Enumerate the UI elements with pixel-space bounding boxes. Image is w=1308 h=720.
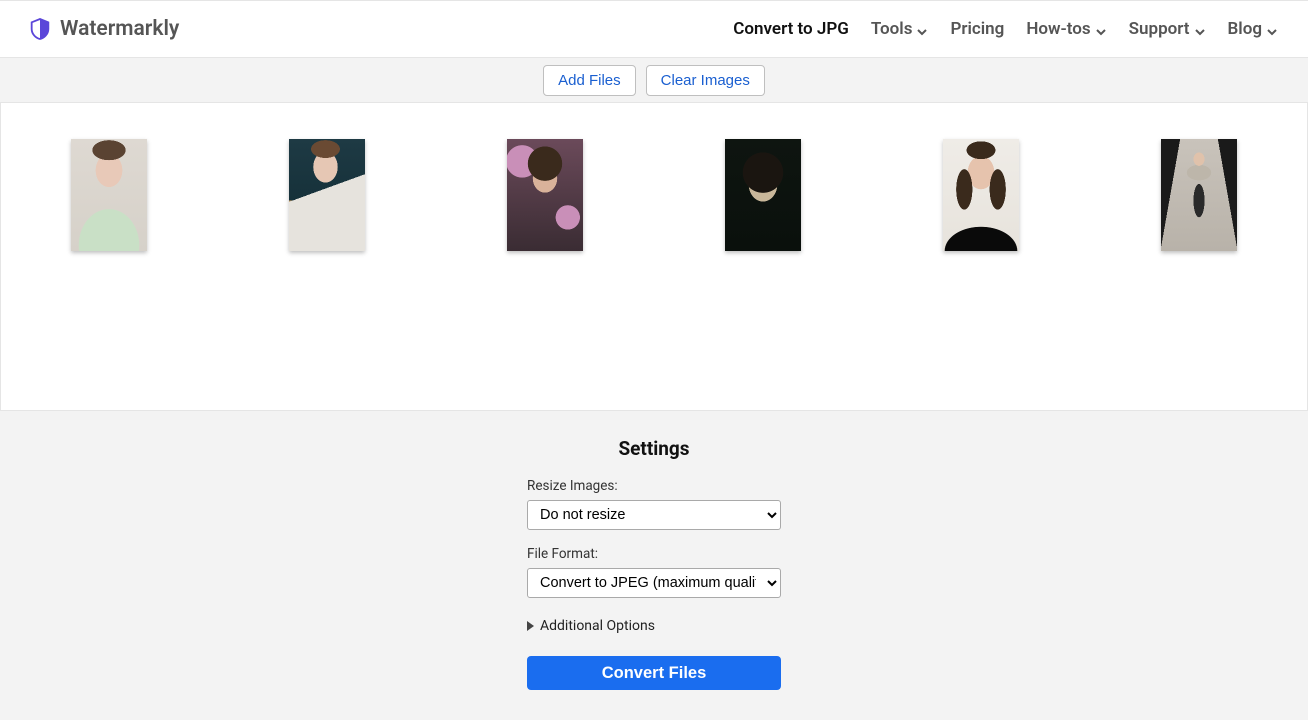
nav-support[interactable]: Support	[1129, 19, 1206, 39]
add-files-button[interactable]: Add Files	[543, 65, 636, 96]
resize-label: Resize Images:	[527, 478, 781, 494]
brand-name: Watermarkly	[60, 17, 179, 41]
format-label: File Format:	[527, 546, 781, 562]
nav-tools-label: Tools	[871, 19, 913, 39]
chevron-down-icon	[1194, 23, 1206, 35]
image-thumb-5[interactable]	[943, 139, 1019, 251]
chevron-down-icon	[916, 23, 928, 35]
nav-how-tos[interactable]: How-tos	[1026, 19, 1106, 39]
image-thumb-3[interactable]	[507, 139, 583, 251]
settings-form: Resize Images: Do not resize File Format…	[527, 478, 781, 690]
chevron-down-icon	[1266, 23, 1278, 35]
image-thumb-1[interactable]	[71, 139, 147, 251]
image-thumb-4[interactable]	[725, 139, 801, 251]
additional-options-label: Additional Options	[540, 618, 655, 634]
convert-files-button[interactable]: Convert Files	[527, 656, 781, 690]
nav-blog-label: Blog	[1228, 19, 1263, 39]
clear-images-button[interactable]: Clear Images	[646, 65, 765, 96]
shield-icon	[30, 18, 50, 40]
main-nav: Convert to JPG Tools Pricing How-tos Sup…	[733, 19, 1278, 39]
file-toolbar: Add Files Clear Images	[0, 58, 1308, 103]
nav-how-tos-label: How-tos	[1026, 19, 1090, 39]
nav-pricing[interactable]: Pricing	[950, 19, 1004, 39]
nav-convert-to-jpg[interactable]: Convert to JPG	[733, 19, 849, 39]
settings-panel: Settings Resize Images: Do not resize Fi…	[0, 411, 1308, 720]
image-thumb-2[interactable]	[289, 139, 365, 251]
image-gallery	[0, 103, 1308, 411]
settings-title: Settings	[0, 437, 1308, 460]
format-select[interactable]: Convert to JPEG (maximum quality,	[527, 568, 781, 598]
resize-select[interactable]: Do not resize	[527, 500, 781, 530]
nav-blog[interactable]: Blog	[1228, 19, 1279, 39]
triangle-right-icon	[527, 621, 534, 631]
image-thumb-6[interactable]	[1161, 139, 1237, 251]
additional-options-toggle[interactable]: Additional Options	[527, 618, 781, 634]
brand-logo[interactable]: Watermarkly	[30, 17, 179, 41]
chevron-down-icon	[1095, 23, 1107, 35]
nav-support-label: Support	[1129, 19, 1190, 39]
nav-tools[interactable]: Tools	[871, 19, 929, 39]
app-header: Watermarkly Convert to JPG Tools Pricing…	[0, 0, 1308, 58]
